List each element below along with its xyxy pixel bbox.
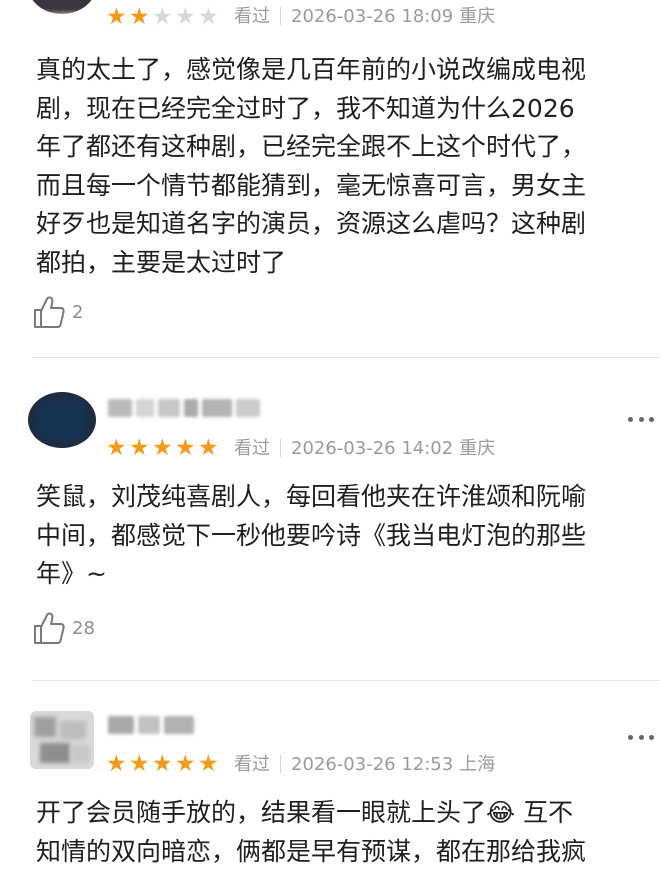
star-icon: ★ (106, 4, 127, 30)
divider-bar (280, 7, 281, 25)
review-line: 年》~ (36, 559, 107, 588)
divider-bar (280, 439, 281, 457)
review-location: 重庆 (459, 438, 496, 459)
review-meta: 看过 2026-03-26 18:09 重庆 (234, 4, 495, 30)
avatar[interactable] (28, 0, 96, 14)
star-icon: ★ (106, 751, 127, 777)
review-line: 都拍，主要是太过时了 (36, 247, 287, 277)
review-date: 2026-03-26 18:09 (291, 6, 454, 27)
star-icon: ★ (175, 435, 196, 461)
star-icon: ★ (129, 751, 150, 777)
avatar[interactable] (28, 392, 96, 448)
review-line: 好歹也是知道名字的演员，资源这么虐吗？这种剧 (36, 209, 587, 238)
review-text: 开了会员随手放的，结果看一眼就上头了😂 互不 知情的双向暗恋，俩都是早有预谋，都… (36, 794, 660, 871)
review-line: 剧，现在已经完全过时了，我不知道为什么2026 (36, 93, 575, 123)
review-location: 重庆 (459, 6, 496, 27)
star-rating: ★ ★ ★ ★ ★ (106, 435, 221, 461)
watch-status: 看过 (234, 754, 270, 775)
star-icon: ★ (175, 751, 196, 777)
username-blurred[interactable] (108, 393, 264, 423)
review-date: 2026-03-26 12:53 (291, 754, 454, 775)
thumbs-up-icon (32, 610, 66, 646)
review-line: 开了会员随手放的，结果看一眼就上头了😂 互不 (36, 798, 574, 827)
review-line: 真的太土了，感觉像是几百年前的小说改编成电视 (36, 55, 587, 84)
more-dots-icon[interactable] (628, 727, 654, 747)
review-text: 笑鼠，刘茂纯喜剧人，每回看他夹在许淮颂和阮喻 中间，都感觉下一秒他要吟诗《我当电… (36, 478, 660, 594)
star-rating: ★ ★ ★ ★ ★ (106, 4, 221, 30)
star-icon: ★ (152, 751, 173, 777)
avatar[interactable] (30, 711, 94, 769)
review-meta: 看过 2026-03-26 14:02 重庆 (234, 436, 495, 462)
review-location: 上海 (459, 754, 496, 775)
review-line: 笑鼠，刘茂纯喜剧人，每回看他夹在许淮颂和阮喻 (36, 482, 587, 511)
review-text: 真的太土了，感觉像是几百年前的小说改编成电视 剧，现在已经完全过时了，我不知道为… (36, 51, 660, 282)
like-count: 2 (72, 301, 84, 323)
review-line: 年了都还有这种剧，已经完全跟不上这个时代了， (36, 132, 587, 161)
star-icon: ★ (175, 4, 196, 30)
watch-status: 看过 (234, 6, 270, 27)
more-dots-icon[interactable] (628, 409, 654, 429)
username-blurred[interactable] (108, 710, 198, 740)
review-divider (32, 680, 660, 681)
divider-bar (280, 755, 281, 773)
review-date: 2026-03-26 14:02 (291, 438, 454, 459)
star-icon: ★ (198, 4, 219, 30)
review-line: 知情的双向暗恋，俩都是早有预谋，都在那给我疯 (36, 836, 587, 866)
like-button[interactable]: 28 (32, 608, 95, 648)
star-icon: ★ (129, 435, 150, 461)
star-rating: ★ ★ ★ ★ ★ (106, 751, 221, 777)
thumbs-up-icon (32, 294, 66, 330)
like-button[interactable]: 2 (32, 292, 83, 332)
watch-status: 看过 (234, 438, 270, 459)
like-count: 28 (72, 617, 95, 639)
review-divider (32, 357, 660, 358)
review-line: 中间，都感觉下一秒他要吟诗《我当电灯泡的那些 (36, 520, 587, 550)
star-icon: ★ (198, 435, 219, 461)
star-icon: ★ (198, 751, 219, 777)
review-line: 而且每一个情节都能猜到，毫无惊喜可言，男女主 (36, 170, 587, 200)
star-icon: ★ (106, 435, 127, 461)
review-meta: 看过 2026-03-26 12:53 上海 (234, 752, 495, 778)
star-icon: ★ (152, 435, 173, 461)
star-icon: ★ (152, 4, 173, 30)
star-icon: ★ (129, 4, 150, 30)
